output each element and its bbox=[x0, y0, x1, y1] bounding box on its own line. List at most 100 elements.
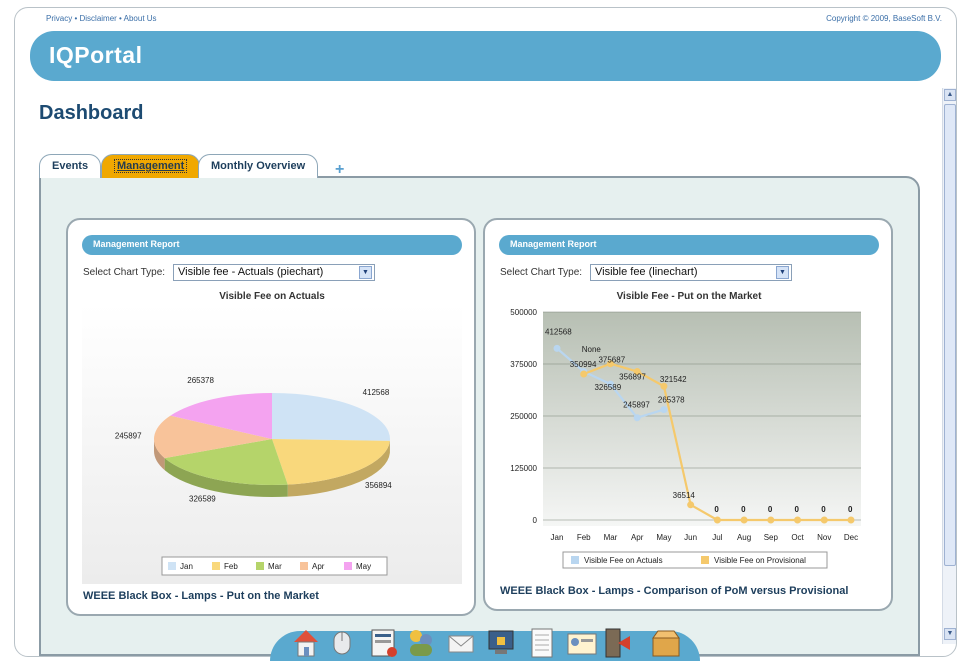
top-links: Privacy • Disclaimer • About Us bbox=[46, 14, 157, 23]
scroll-thumb[interactable] bbox=[944, 104, 956, 566]
legend-swatch bbox=[212, 562, 220, 570]
chart-title: Visible Fee on Actuals bbox=[219, 291, 325, 302]
data-point-label: 375687 bbox=[598, 356, 625, 365]
privacy-link[interactable]: Privacy bbox=[46, 14, 72, 23]
data-point-label: 0 bbox=[741, 505, 746, 514]
x-tick-label: Sep bbox=[764, 533, 779, 542]
select-chart-type-label: Select Chart Type: bbox=[500, 267, 583, 278]
scroll-up-icon[interactable]: ▲ bbox=[944, 89, 956, 101]
pie-value-label: 245897 bbox=[115, 431, 142, 440]
box-icon[interactable] bbox=[652, 630, 680, 657]
id-card-icon[interactable] bbox=[567, 633, 597, 655]
y-tick-label: 250000 bbox=[510, 412, 537, 421]
data-point-label: 245897 bbox=[623, 401, 650, 410]
panel-header: Management Report bbox=[82, 235, 462, 255]
series-point[interactable] bbox=[794, 516, 802, 524]
data-point-label: None bbox=[582, 345, 602, 354]
data-point-label: 350994 bbox=[570, 360, 597, 369]
home-icon[interactable] bbox=[294, 630, 318, 657]
page-title: Dashboard bbox=[39, 102, 144, 124]
copyright-text: Copyright © 2009, BaseSoft B.V. bbox=[826, 14, 942, 23]
legend-item-label: Visible Fee on Provisional bbox=[714, 556, 806, 565]
panel-caption: WEEE Black Box - Lamps - Comparison of P… bbox=[500, 585, 849, 597]
pie-chart: 412568 356894 326589 245897 265378 Jan Feb Mar… bbox=[82, 304, 462, 584]
series-point[interactable] bbox=[660, 406, 668, 414]
data-point-label: 265378 bbox=[658, 396, 685, 405]
y-tick-label: 375000 bbox=[510, 360, 537, 369]
data-point-label: 0 bbox=[848, 505, 853, 514]
x-tick-label: Aug bbox=[737, 533, 751, 542]
chart-type-select[interactable]: Visible fee (linechart) ▼ bbox=[590, 264, 792, 281]
monitor-icon[interactable] bbox=[488, 630, 514, 654]
chart-type-select-value: Visible fee (linechart) bbox=[595, 266, 698, 278]
legend-item-label: Feb bbox=[224, 562, 238, 571]
disclaimer-link[interactable]: Disclaimer bbox=[79, 14, 116, 23]
legend-item-label: Jan bbox=[180, 562, 193, 571]
legend-swatch bbox=[701, 556, 709, 564]
tab-monthly-overview[interactable]: Monthly Overview bbox=[198, 154, 319, 178]
chevron-down-icon[interactable]: ▼ bbox=[359, 266, 372, 279]
legend-swatch bbox=[256, 562, 264, 570]
mouse-icon[interactable] bbox=[333, 631, 351, 655]
x-tick-label: Apr bbox=[631, 533, 644, 542]
series-point[interactable] bbox=[847, 516, 855, 524]
header-banner bbox=[30, 31, 941, 81]
link-separator: • bbox=[116, 14, 124, 23]
tab-management-label: Management bbox=[114, 159, 188, 173]
legend-swatch bbox=[168, 562, 176, 570]
data-point-label: 0 bbox=[714, 505, 719, 514]
logout-icon[interactable] bbox=[605, 628, 630, 658]
data-point-label: 0 bbox=[795, 505, 800, 514]
x-tick-label: Mar bbox=[604, 533, 618, 542]
pie-value-label: 265378 bbox=[187, 376, 214, 385]
pie-value-label: 326589 bbox=[189, 495, 216, 504]
series-point[interactable] bbox=[687, 501, 695, 509]
series-point[interactable] bbox=[580, 370, 588, 378]
pie-value-label: 412568 bbox=[363, 388, 390, 397]
series-point[interactable] bbox=[633, 414, 641, 422]
select-chart-type-label: Select Chart Type: bbox=[83, 267, 166, 278]
legend-item-label: Mar bbox=[268, 562, 282, 571]
report-icon[interactable] bbox=[371, 629, 397, 657]
about-us-link[interactable]: About Us bbox=[124, 14, 157, 23]
data-point-label: 412568 bbox=[545, 327, 572, 336]
vertical-scrollbar[interactable]: ▲ ▼ bbox=[942, 88, 956, 644]
app-logo[interactable]: IQPortal bbox=[49, 42, 142, 69]
pie-value-label: 356894 bbox=[365, 481, 392, 490]
mail-icon[interactable] bbox=[448, 635, 474, 653]
series-point[interactable] bbox=[713, 516, 721, 524]
x-tick-label: Jan bbox=[551, 533, 564, 542]
x-tick-label: Dec bbox=[844, 533, 858, 542]
panel-caption: WEEE Black Box - Lamps - Put on the Mark… bbox=[83, 590, 319, 602]
chart-type-select[interactable]: Visible fee - Actuals (piechart) ▼ bbox=[173, 264, 375, 281]
right-report-panel: Management Report Select Chart Type: Vis… bbox=[483, 218, 893, 611]
y-tick-label: 125000 bbox=[510, 464, 537, 473]
add-tab-icon[interactable]: + bbox=[335, 161, 344, 179]
tab-management[interactable]: Management bbox=[101, 154, 201, 178]
tab-events[interactable]: Events bbox=[39, 154, 102, 178]
series-point[interactable] bbox=[740, 516, 748, 524]
users-icon[interactable] bbox=[410, 630, 432, 656]
taskbar-icons bbox=[294, 628, 680, 658]
scroll-down-icon[interactable]: ▼ bbox=[944, 628, 956, 640]
series-point[interactable] bbox=[767, 516, 775, 524]
series-point[interactable] bbox=[553, 344, 561, 352]
line-chart: 412568 None 350994 375687 326589356897 245897… bbox=[510, 308, 861, 569]
series-point[interactable] bbox=[820, 516, 828, 524]
portal-frame: Privacy • Disclaimer • About Us Copyrigh… bbox=[14, 7, 957, 657]
data-point-label: 0 bbox=[821, 505, 826, 514]
y-tick-label: 500000 bbox=[510, 308, 537, 317]
legend-swatch bbox=[300, 562, 308, 570]
legend-swatch bbox=[571, 556, 579, 564]
data-point-label: 36514 bbox=[673, 491, 696, 500]
x-tick-label: Feb bbox=[577, 533, 591, 542]
panel-header: Management Report bbox=[499, 235, 879, 255]
data-point-label: 321542 bbox=[660, 375, 687, 384]
chart-type-select-value: Visible fee - Actuals (piechart) bbox=[178, 266, 324, 278]
document-icon[interactable] bbox=[531, 628, 553, 658]
data-point-label: 326589 bbox=[594, 383, 621, 392]
legend-item-label: May bbox=[356, 562, 371, 571]
x-tick-label: Jul bbox=[712, 533, 722, 542]
data-point-label: 356897 bbox=[619, 373, 646, 382]
chevron-down-icon[interactable]: ▼ bbox=[776, 266, 789, 279]
